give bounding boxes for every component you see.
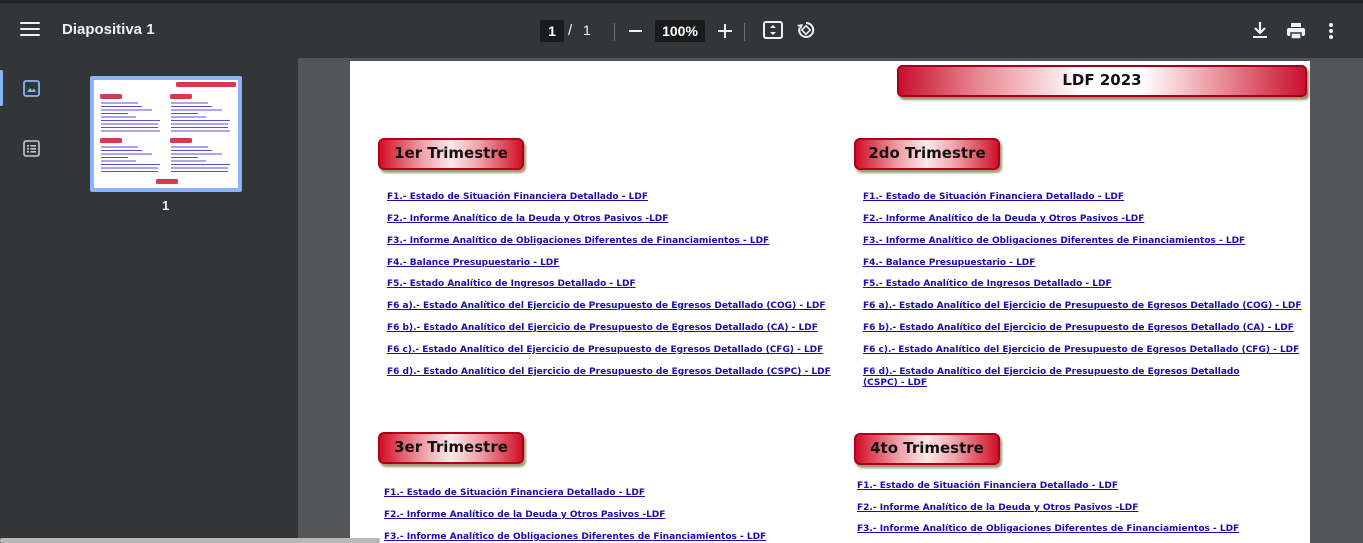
zoom-input[interactable]: 100% <box>655 20 705 42</box>
sidebar-active-indicator <box>0 70 3 106</box>
thumbnail-preview <box>100 82 236 184</box>
toolbar-divider <box>614 23 615 41</box>
link-q2-f6d[interactable]: F6 d).- Estado Analítico del Ejercicio d… <box>863 367 1273 389</box>
link-q3-f1[interactable]: F1.- Estado de Situación Financiera Deta… <box>384 488 645 499</box>
link-q3-f2[interactable]: F2.- Informe Analítico de la Deuda y Otr… <box>384 510 665 521</box>
link-q1-f6a[interactable]: F6 a).- Estado Analítico del Ejercicio d… <box>387 301 826 312</box>
section-title-3er-trimestre[interactable]: 3er Trimestre <box>378 432 524 464</box>
page-number-input[interactable]: 1 <box>540 20 564 42</box>
link-q1-f3[interactable]: F3.- Informe Analítico de Obligaciones D… <box>387 236 769 247</box>
document-viewer[interactable]: LDF 2023 1er Trimestre F1.- Estado de Si… <box>298 58 1363 543</box>
link-q3-f3[interactable]: F3.- Informe Analítico de Obligaciones D… <box>384 532 766 543</box>
document-title: Diapositiva 1 <box>62 21 155 38</box>
thumbnails-icon[interactable] <box>23 80 40 102</box>
link-q2-f6c[interactable]: F6 c).- Estado Analítico del Ejercicio d… <box>863 345 1299 356</box>
link-q1-f6d[interactable]: F6 d).- Estado Analítico del Ejercicio d… <box>387 367 831 378</box>
toolbar-divider <box>744 23 745 41</box>
link-q4-f2[interactable]: F2.- Informe Analítico de la Deuda y Otr… <box>857 503 1138 514</box>
link-q1-f1[interactable]: F1.- Estado de Situación Financiera Deta… <box>387 192 648 203</box>
link-q2-f2[interactable]: F2.- Informe Analítico de la Deuda y Otr… <box>863 214 1144 225</box>
section-title-1er-trimestre[interactable]: 1er Trimestre <box>378 138 524 170</box>
link-q2-f1[interactable]: F1.- Estado de Situación Financiera Deta… <box>863 192 1124 203</box>
fit-page-icon[interactable] <box>763 21 783 44</box>
page-thumbnail[interactable] <box>90 76 242 192</box>
link-q4-f3[interactable]: F3.- Informe Analítico de Obligaciones D… <box>857 524 1239 535</box>
thumbnail-page-number: 1 <box>162 198 170 213</box>
pdf-toolbar: Diapositiva 1 1 / 1 100% <box>0 0 1363 58</box>
download-icon[interactable] <box>1252 21 1268 44</box>
link-q2-f3[interactable]: F3.- Informe Analítico de Obligaciones D… <box>863 236 1245 247</box>
ldf-banner: LDF 2023 <box>897 65 1307 97</box>
zoom-in-icon[interactable] <box>717 18 733 44</box>
link-q1-f4[interactable]: F4.- Balance Presupuestario - LDF <box>387 258 559 269</box>
menu-icon[interactable] <box>20 22 40 38</box>
page-separator: / <box>568 22 573 39</box>
link-q1-f5[interactable]: F5.- Estado Analítico de Ingresos Detall… <box>387 279 636 290</box>
pdf-page: LDF 2023 1er Trimestre F1.- Estado de Si… <box>350 61 1310 543</box>
outline-icon[interactable] <box>23 140 40 162</box>
thumbnail-pane: 1 <box>62 58 298 543</box>
link-q2-f5[interactable]: F5.- Estado Analítico de Ingresos Detall… <box>863 279 1112 290</box>
section-title-4to-trimestre[interactable]: 4to Trimestre <box>854 433 1000 465</box>
sidebar <box>0 58 62 543</box>
zoom-out-icon[interactable] <box>628 18 644 44</box>
link-q2-f4[interactable]: F4.- Balance Presupuestario - LDF <box>863 258 1035 269</box>
link-q1-f2[interactable]: F2.- Informe Analítico de la Deuda y Otr… <box>387 214 668 225</box>
section-title-2do-trimestre[interactable]: 2do Trimestre <box>854 138 1000 170</box>
link-q2-f6b[interactable]: F6 b).- Estado Analítico del Ejercicio d… <box>863 323 1294 334</box>
link-q1-f6b[interactable]: F6 b).- Estado Analítico del Ejercicio d… <box>387 323 818 334</box>
link-q4-f1[interactable]: F1.- Estado de Situación Financiera Deta… <box>857 481 1118 492</box>
horizontal-scrollbar[interactable] <box>0 538 380 543</box>
link-q2-f6a[interactable]: F6 a).- Estado Analítico del Ejercicio d… <box>863 301 1302 312</box>
page-total: 1 <box>583 22 591 38</box>
rotate-icon[interactable] <box>796 20 816 45</box>
print-icon[interactable] <box>1286 22 1306 45</box>
more-vert-icon[interactable] <box>1328 23 1334 44</box>
link-q1-f6c[interactable]: F6 c).- Estado Analítico del Ejercicio d… <box>387 345 823 356</box>
